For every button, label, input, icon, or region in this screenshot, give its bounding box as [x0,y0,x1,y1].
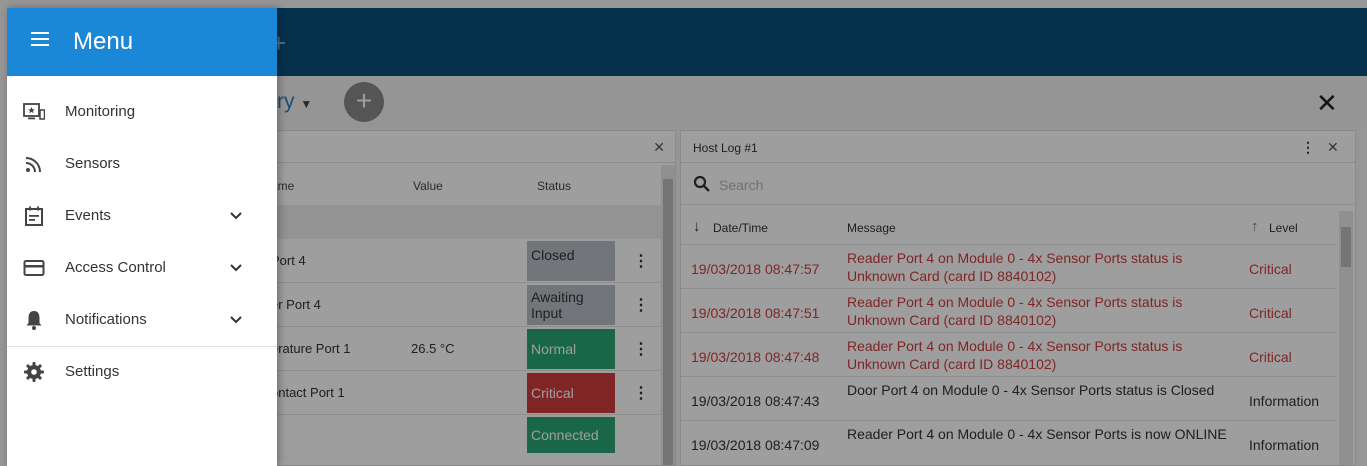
nav-label: Monitoring [65,103,136,120]
nav-label: Settings [65,363,120,380]
hamburger-icon[interactable] [31,32,49,46]
nav-label: Notifications [65,311,147,328]
nav-label: Events [65,207,111,224]
calendar-icon [25,206,43,226]
drawer-title: Menu [73,28,134,55]
card-icon [23,260,45,276]
nav-label: Sensors [65,155,121,172]
nav-item-sensors[interactable]: Sensors [7,138,277,190]
drawer-header: Menu [7,8,277,76]
nav-item-monitoring[interactable]: Monitoring [7,86,277,138]
chevron-down-icon[interactable] [229,261,243,275]
bell-icon [26,311,42,330]
monitor-star-icon [23,103,45,120]
chevron-down-icon[interactable] [229,209,243,223]
chevron-down-icon[interactable] [229,313,243,327]
nav-item-events[interactable]: Events [7,190,277,242]
nav-item-settings[interactable]: Settings [7,346,277,398]
nav-item-access-control[interactable]: Access Control [7,242,277,294]
gear-icon [24,362,44,382]
navigation-drawer: Menu Monitoring Sensors Events Access Co… [7,8,277,466]
nav-item-notifications[interactable]: Notifications [7,294,277,346]
rss-icon [25,157,41,173]
nav-label: Access Control [65,259,166,276]
